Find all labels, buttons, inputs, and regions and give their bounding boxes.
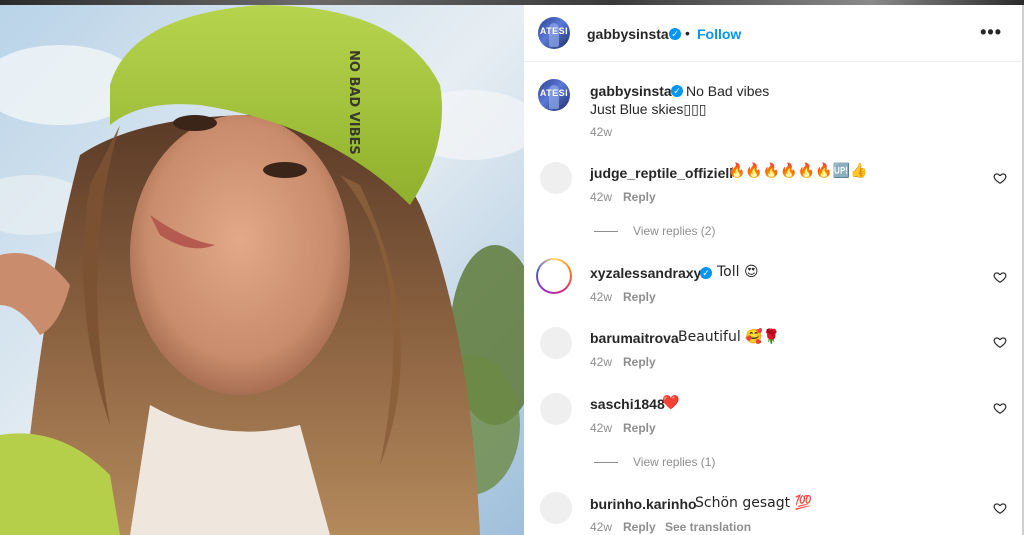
comment-time: 42w: [590, 421, 613, 435]
comment-text: Schön gesagt 💯: [695, 495, 812, 511]
commenter-avatar[interactable]: [540, 492, 572, 524]
commenter-avatar[interactable]: [540, 327, 572, 359]
view-replies-button[interactable]: View replies (2): [633, 224, 715, 238]
view-replies-line: [594, 462, 618, 463]
comment-text: ❤️: [662, 395, 680, 411]
caption-author-avatar[interactable]: ATESI: [538, 79, 570, 111]
comment-text: Beautiful 🥰🌹: [678, 329, 781, 345]
see-translation-button[interactable]: See translation: [665, 520, 751, 534]
comment-text: Toll 😍: [717, 264, 759, 280]
comment-text: 🔥🔥🔥🔥🔥🔥🆙👍: [728, 163, 868, 179]
commenter-avatar[interactable]: [540, 162, 572, 194]
more-options-icon[interactable]: •••: [980, 23, 1002, 41]
heart-outline-icon[interactable]: [993, 270, 1007, 284]
avatar-text: ATESI: [539, 88, 569, 98]
avatar-inner: [538, 260, 570, 292]
reply-button[interactable]: Reply: [623, 520, 656, 534]
reply-button[interactable]: Reply: [623, 290, 656, 304]
comment-time: 42w: [590, 520, 613, 534]
header-username[interactable]: gabbysinsta: [587, 26, 669, 42]
comment-time: 42w: [590, 355, 613, 369]
comment-username[interactable]: judge_reptile_offiziell: [590, 165, 733, 181]
heart-outline-icon[interactable]: [993, 501, 1007, 515]
heart-outline-icon[interactable]: [993, 171, 1007, 185]
separator-dot: •: [685, 25, 690, 41]
comment-username[interactable]: burinho.karinho: [590, 496, 697, 512]
caption-username[interactable]: gabbysinsta: [590, 83, 672, 99]
post-header: ATESI gabbysinsta ✓ • Follow •••: [524, 5, 1022, 62]
post-photo[interactable]: NO BAD VIBES: [0, 5, 524, 535]
verified-badge-icon: ✓: [671, 85, 683, 97]
follow-button[interactable]: Follow: [697, 26, 741, 42]
caption-line-1: No Bad vibes: [686, 83, 770, 99]
reply-button[interactable]: Reply: [623, 190, 656, 204]
avatar-text: ATESI: [539, 26, 569, 36]
heart-outline-icon[interactable]: [993, 401, 1007, 415]
heart-outline-icon[interactable]: [993, 335, 1007, 349]
comment-username[interactable]: saschi1848: [590, 396, 665, 412]
comment-username[interactable]: xyzalessandraxyz: [590, 265, 708, 281]
svg-text:NO BAD VIBES: NO BAD VIBES: [346, 50, 361, 155]
comment-time: 42w: [590, 290, 613, 304]
comment-time: 42w: [590, 190, 613, 204]
view-replies-line: [594, 231, 618, 232]
verified-badge-icon: ✓: [669, 28, 681, 40]
reply-button[interactable]: Reply: [623, 421, 656, 435]
commenter-avatar-story[interactable]: [536, 258, 572, 294]
view-replies-button[interactable]: View replies (1): [633, 455, 715, 469]
reply-button[interactable]: Reply: [623, 355, 656, 369]
verified-badge-icon: ✓: [700, 267, 712, 279]
commenter-avatar[interactable]: [540, 393, 572, 425]
caption-time: 42w: [590, 125, 613, 139]
caption-line-2: Just Blue skies▯▯▯: [590, 101, 707, 117]
author-avatar[interactable]: ATESI: [538, 17, 570, 49]
post-side-panel: ATESI gabbysinsta ✓ • Follow ••• ATESI g…: [524, 5, 1022, 535]
comment-username[interactable]: barumaitrova: [590, 330, 679, 346]
selfie-image: NO BAD VIBES: [0, 5, 524, 535]
